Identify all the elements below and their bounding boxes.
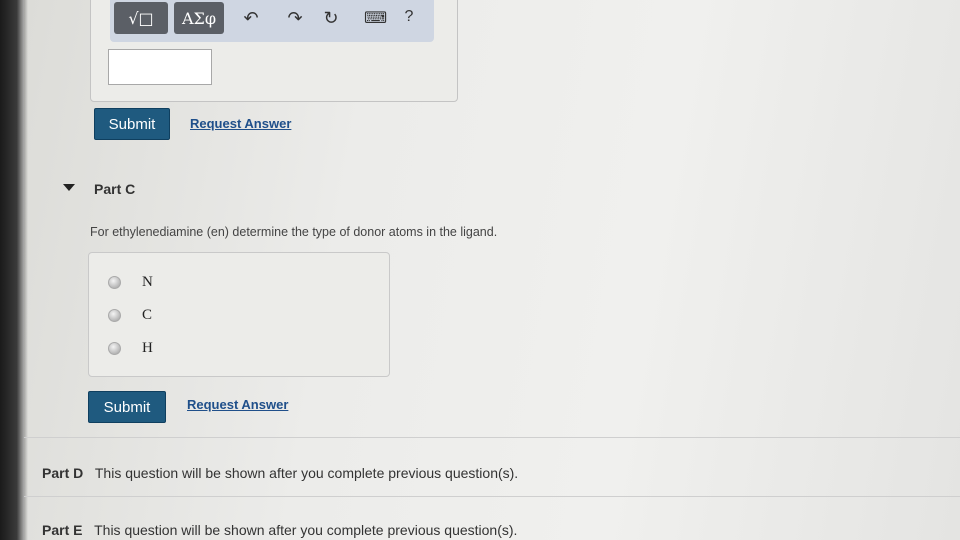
part-e-row: Part E This question will be shown after…: [42, 522, 517, 538]
symbols-icon: ΑΣφ: [181, 8, 217, 28]
part-e-message: This question will be shown after you co…: [94, 522, 518, 538]
submit-button-part-b[interactable]: Submit: [94, 108, 170, 140]
templates-button[interactable]: √□: [114, 2, 168, 34]
request-answer-link[interactable]: Request Answer: [187, 397, 288, 412]
radio-button[interactable]: [108, 275, 121, 289]
symbols-button[interactable]: ΑΣφ: [174, 2, 224, 34]
option-label: H: [142, 339, 153, 356]
part-d-row: Part D This question will be shown after…: [42, 465, 518, 481]
answer-input[interactable]: [108, 49, 212, 85]
radio-button[interactable]: [108, 308, 121, 322]
divider: [24, 437, 960, 438]
submit-button[interactable]: Submit: [88, 391, 166, 423]
divider: [24, 496, 960, 497]
undo-icon[interactable]: ↶: [240, 8, 262, 29]
redo-icon[interactable]: ↷: [284, 8, 306, 29]
screen-bezel: [0, 0, 28, 540]
templates-icon: √□: [128, 8, 154, 28]
keyboard-icon[interactable]: ⌨: [364, 8, 387, 28]
part-e-title: Part E: [42, 522, 83, 538]
option-row[interactable]: N: [108, 272, 153, 292]
part-d-message: This question will be shown after you co…: [94, 465, 519, 481]
option-row[interactable]: C: [108, 305, 152, 325]
math-toolbar: √□ ΑΣφ ↶ ↷ ↻ ⌨ ?: [110, 0, 434, 42]
part-d-title: Part D: [42, 465, 84, 481]
radio-button[interactable]: [108, 341, 121, 355]
help-icon[interactable]: ?: [398, 8, 420, 26]
option-label: C: [142, 306, 153, 323]
option-label: N: [142, 273, 153, 290]
request-answer-link-part-b[interactable]: Request Answer: [190, 116, 291, 131]
option-row[interactable]: H: [108, 338, 153, 358]
part-c-title[interactable]: Part C: [94, 181, 135, 197]
reset-icon[interactable]: ↻: [320, 8, 342, 29]
collapse-caret-icon[interactable]: [63, 184, 75, 191]
question-text: For ethylenediamine (en) determine the t…: [90, 225, 498, 239]
